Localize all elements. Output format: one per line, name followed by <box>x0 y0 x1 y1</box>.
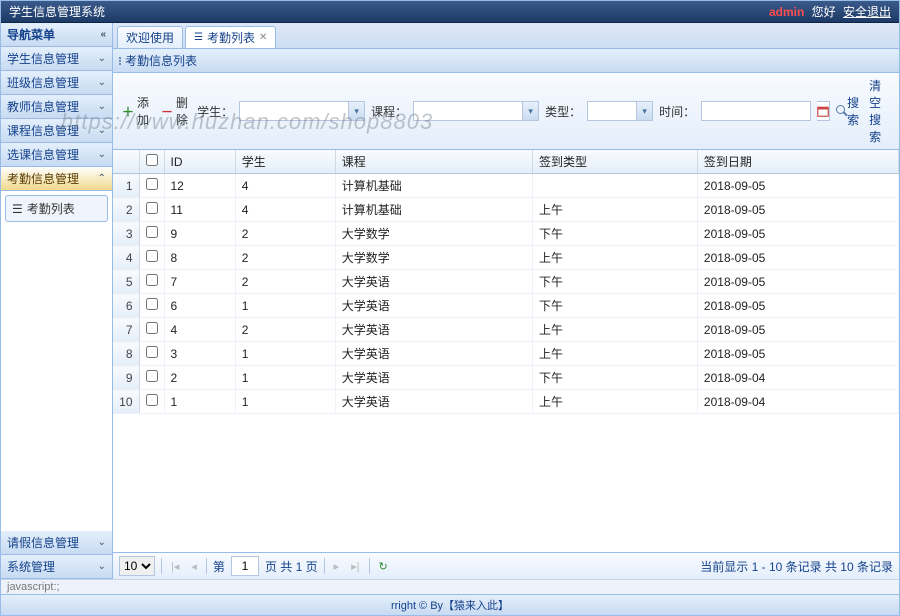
sidebar-item-student[interactable]: 学生信息管理⌄ <box>1 47 112 71</box>
time-label: 时间： <box>659 103 695 120</box>
main: 欢迎使用 ☰ 考勤列表 ✕ 考勤信息列表 ＋添加 －删除 学生： ▾ 课程： ▾… <box>113 23 899 579</box>
table-row[interactable]: 921大学英语下午2018-09-04 <box>113 366 899 390</box>
sidebar-item-teacher[interactable]: 教师信息管理⌄ <box>1 95 112 119</box>
minus-icon: － <box>161 103 173 120</box>
pager-info: 当前显示 1 - 10 条记录 共 10 条记录 <box>700 558 893 575</box>
add-button[interactable]: ＋添加 <box>119 93 152 129</box>
sidebar-item-leave[interactable]: 请假信息管理⌄ <box>1 531 112 555</box>
list-icon: ☰ <box>12 202 23 216</box>
panel-title: 考勤信息列表 <box>125 52 197 69</box>
row-checkbox[interactable] <box>146 202 158 214</box>
search-icon <box>836 105 844 117</box>
row-checkbox[interactable] <box>146 394 158 406</box>
chevron-down-icon[interactable]: ▾ <box>349 101 365 121</box>
table-row[interactable]: 392大学数学下午2018-09-05 <box>113 222 899 246</box>
refresh-button[interactable]: ↻ <box>376 560 391 573</box>
student-combo[interactable] <box>239 101 349 121</box>
sidebar-item-select[interactable]: 选课信息管理⌄ <box>1 143 112 167</box>
clear-search-button[interactable]: 清空搜索 <box>869 77 893 145</box>
calendar-icon[interactable] <box>817 101 830 121</box>
row-checkbox[interactable] <box>146 250 158 262</box>
date-input[interactable] <box>701 101 811 121</box>
table-row[interactable]: 1011大学英语上午2018-09-04 <box>113 390 899 414</box>
sidebar-item-attendance[interactable]: 考勤信息管理⌃ <box>1 167 112 191</box>
row-checkbox[interactable] <box>146 322 158 334</box>
row-checkbox[interactable] <box>146 370 158 382</box>
col-student[interactable]: 学生 <box>235 150 335 174</box>
search-button[interactable]: 搜索 <box>836 94 863 128</box>
row-checkbox[interactable] <box>146 298 158 310</box>
logout-link[interactable]: 安全退出 <box>843 5 891 19</box>
chevron-down-icon[interactable]: ▾ <box>523 101 539 121</box>
row-checkbox[interactable] <box>146 226 158 238</box>
sidebar-item-course[interactable]: 课程信息管理⌄ <box>1 119 112 143</box>
table-row[interactable]: 661大学英语下午2018-09-05 <box>113 294 899 318</box>
col-id[interactable]: ID <box>164 150 235 174</box>
course-label: 课程： <box>371 103 407 120</box>
greeting: 您好 <box>812 5 836 19</box>
panel-title-bar: 考勤信息列表 <box>113 49 899 73</box>
toolbar: ＋添加 －删除 学生： ▾ 课程： ▾ 类型： ▾ 时间： 搜索 清空搜索 <box>113 73 899 150</box>
user-name: admin <box>769 5 804 19</box>
table-row[interactable]: 831大学英语上午2018-09-05 <box>113 342 899 366</box>
sidebar-title: 导航菜单 « <box>1 23 112 47</box>
list-icon: ☰ <box>194 32 203 43</box>
first-page-button[interactable]: |◂ <box>168 560 182 573</box>
row-checkbox[interactable] <box>146 178 158 190</box>
table-row[interactable]: 572大学英语下午2018-09-05 <box>113 270 899 294</box>
page-suffix: 页 共 1 页 <box>265 558 318 575</box>
sidebar-item-class[interactable]: 班级信息管理⌄ <box>1 71 112 95</box>
col-date[interactable]: 签到日期 <box>697 150 898 174</box>
tab-attendance-list[interactable]: ☰ 考勤列表 ✕ <box>185 26 276 48</box>
type-combo[interactable] <box>587 101 637 121</box>
last-page-button[interactable]: ▸| <box>348 560 362 573</box>
chevron-down-icon[interactable]: ▾ <box>637 101 653 121</box>
footer: rright © By【猿来入此】 <box>1 594 899 615</box>
grid-header-row: ID 学生 课程 签到类型 签到日期 <box>113 150 899 174</box>
table-row[interactable]: 1124计算机基础2018-09-05 <box>113 174 899 198</box>
student-label: 学生： <box>197 103 233 120</box>
page-input[interactable] <box>231 556 259 576</box>
prev-page-button[interactable]: ◂ <box>188 560 200 573</box>
status-bar: javascript:; <box>1 579 899 594</box>
row-checkbox[interactable] <box>146 274 158 286</box>
select-all-checkbox[interactable] <box>146 154 158 166</box>
header-right: admin 您好 安全退出 <box>765 1 891 22</box>
app-title: 学生信息管理系统 <box>9 1 105 22</box>
col-type[interactable]: 签到类型 <box>533 150 698 174</box>
pager: 10 |◂ ◂ 第 页 共 1 页 ▸ ▸| ↻ 当前显示 1 - 10 条记录… <box>113 552 899 579</box>
next-page-button[interactable]: ▸ <box>331 560 343 573</box>
sidebar-item-system[interactable]: 系统管理⌄ <box>1 555 112 579</box>
table-row[interactable]: 482大学数学上午2018-09-05 <box>113 246 899 270</box>
tab-welcome[interactable]: 欢迎使用 <box>117 26 183 48</box>
data-grid: ID 学生 课程 签到类型 签到日期 1124计算机基础2018-09-0521… <box>113 150 899 552</box>
tab-strip: 欢迎使用 ☰ 考勤列表 ✕ <box>113 23 899 49</box>
delete-button[interactable]: －删除 <box>158 93 191 129</box>
sidebar: 导航菜单 « 学生信息管理⌄ 班级信息管理⌄ 教师信息管理⌄ 课程信息管理⌄ 选… <box>1 23 113 579</box>
sidebar-body-attendance: ☰ 考勤列表 <box>1 191 112 531</box>
type-label: 类型： <box>545 103 581 120</box>
collapse-icon[interactable]: « <box>100 29 106 40</box>
page-size-select[interactable]: 10 <box>119 556 155 576</box>
course-combo[interactable] <box>413 101 523 121</box>
page-prefix: 第 <box>213 558 225 575</box>
app-header: 学生信息管理系统 admin 您好 安全退出 <box>1 1 899 23</box>
sidebar-leaf-attendance-list[interactable]: ☰ 考勤列表 <box>5 195 108 222</box>
row-checkbox[interactable] <box>146 346 158 358</box>
table-row[interactable]: 2114计算机基础上午2018-09-05 <box>113 198 899 222</box>
close-icon[interactable]: ✕ <box>259 32 267 43</box>
grip-icon <box>119 57 121 65</box>
plus-icon: ＋ <box>122 103 134 120</box>
col-course[interactable]: 课程 <box>335 150 532 174</box>
table-row[interactable]: 742大学英语上午2018-09-05 <box>113 318 899 342</box>
